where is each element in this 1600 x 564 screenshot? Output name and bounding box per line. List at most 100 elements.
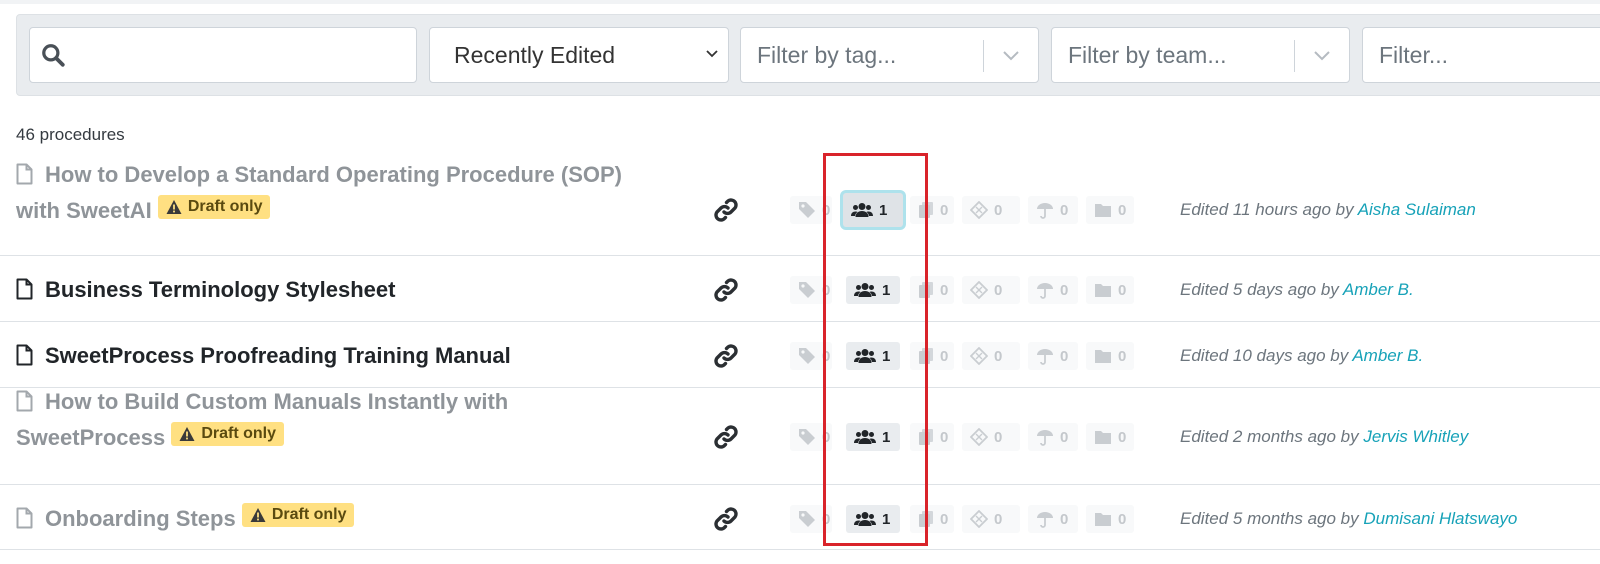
draft-badge: Draft only xyxy=(241,503,355,527)
edited-prefix: Edited 5 months ago by xyxy=(1180,509,1359,528)
policy-icon xyxy=(970,281,988,299)
top-divider xyxy=(0,0,1600,4)
umbrella-count: 0 xyxy=(1060,510,1069,528)
copies-count-chip[interactable]: 0 xyxy=(910,423,954,451)
link-icon[interactable] xyxy=(712,196,740,224)
folders-count-chip[interactable]: 0 xyxy=(1086,423,1134,451)
tag-icon xyxy=(799,511,815,527)
folders-count-chip[interactable]: 0 xyxy=(1086,276,1134,304)
copies-count-chip[interactable]: 0 xyxy=(910,276,954,304)
umbrella-count: 0 xyxy=(1060,281,1069,299)
umbrella-count-chip[interactable]: 0 xyxy=(1028,423,1078,451)
procedure-row[interactable]: SweetProcess Proofreading Training Manua… xyxy=(0,322,1600,388)
procedure-row[interactable]: Business Terminology Stylesheet 0 1 0 0 0 0 Edi… xyxy=(0,256,1600,322)
umbrella-count-chip[interactable]: 0 xyxy=(1028,342,1078,370)
tags-count: 0 xyxy=(822,510,831,528)
procedure-title-link[interactable]: How to Build Custom Manuals Instantly wi… xyxy=(16,384,508,456)
procedure-count: 46 procedures xyxy=(16,125,125,144)
copies-count: 0 xyxy=(940,510,949,528)
umbrella-icon xyxy=(1037,349,1053,365)
author-link[interactable]: Amber B. xyxy=(1343,280,1414,299)
policy-icon xyxy=(970,347,988,365)
tag-icon xyxy=(799,282,815,298)
procedure-row[interactable]: How to Develop a Standard Operating Proc… xyxy=(0,158,1600,256)
document-icon xyxy=(16,344,33,366)
umbrella-count-chip[interactable]: 0 xyxy=(1028,505,1078,533)
search-input[interactable] xyxy=(29,27,417,83)
umbrella-icon xyxy=(1037,512,1053,528)
policies-count: 0 xyxy=(994,510,1003,528)
link-icon[interactable] xyxy=(712,276,740,304)
policies-count-chip[interactable]: 0 xyxy=(962,423,1020,451)
procedure-title-line1: Business Terminology Stylesheet xyxy=(45,277,396,302)
tags-count-chip[interactable]: 0 xyxy=(790,276,832,304)
procedure-row[interactable]: Onboarding Steps Draft only 0 1 0 0 0 0 Edited … xyxy=(0,485,1600,550)
warning-icon xyxy=(166,200,182,214)
procedure-title-link[interactable]: Onboarding Steps Draft only xyxy=(16,501,355,537)
procedure-title-link[interactable]: SweetProcess Proofreading Training Manua… xyxy=(16,338,511,374)
author-link[interactable]: Dumisani Hlatswayo xyxy=(1363,509,1517,528)
policies-count: 0 xyxy=(994,347,1003,365)
author-link[interactable]: Jervis Whitley xyxy=(1363,427,1468,446)
copies-count-chip[interactable]: 0 xyxy=(910,342,954,370)
folder-icon xyxy=(1095,431,1111,444)
team-filter-separator xyxy=(1294,40,1295,72)
team-filter[interactable]: Filter by team... xyxy=(1051,27,1350,83)
teams-count-chip[interactable]: 1 xyxy=(846,423,900,451)
edited-info: Edited 5 days ago by Amber B. xyxy=(1180,280,1414,300)
teams-count: 1 xyxy=(879,201,888,219)
link-icon[interactable] xyxy=(712,505,740,533)
umbrella-count: 0 xyxy=(1060,201,1069,219)
other-filter[interactable]: Filter... xyxy=(1362,27,1600,83)
users-icon xyxy=(854,283,876,297)
tags-count-chip[interactable]: 0 xyxy=(790,196,832,224)
tag-icon xyxy=(799,429,815,445)
draft-badge: Draft only xyxy=(157,195,271,219)
tags-count: 0 xyxy=(822,347,831,365)
tags-count-chip[interactable]: 0 xyxy=(790,423,832,451)
document-icon xyxy=(16,163,33,185)
teams-count-chip[interactable]: 1 xyxy=(846,342,900,370)
policies-count-chip[interactable]: 0 xyxy=(962,342,1020,370)
author-link[interactable]: Aisha Sulaiman xyxy=(1358,200,1476,219)
warning-icon xyxy=(179,427,195,441)
chevron-down-icon[interactable] xyxy=(1002,48,1020,64)
procedure-title-line2: with SweetAI xyxy=(16,198,152,223)
copies-count-chip[interactable]: 0 xyxy=(910,505,954,533)
teams-count-chip[interactable]: 1 xyxy=(843,193,903,227)
link-icon[interactable] xyxy=(712,342,740,370)
link-icon[interactable] xyxy=(712,423,740,451)
policies-count-chip[interactable]: 0 xyxy=(962,505,1020,533)
folders-count-chip[interactable]: 0 xyxy=(1086,505,1134,533)
teams-count: 1 xyxy=(882,281,891,299)
chevron-down-icon[interactable] xyxy=(1313,48,1331,64)
procedure-row[interactable]: How to Build Custom Manuals Instantly wi… xyxy=(0,388,1600,485)
umbrella-count-chip[interactable]: 0 xyxy=(1028,276,1078,304)
tag-icon xyxy=(799,348,815,364)
edited-info: Edited 5 months ago by Dumisani Hlatsway… xyxy=(1180,509,1517,529)
procedure-title-link[interactable]: How to Develop a Standard Operating Proc… xyxy=(16,157,622,229)
umbrella-count-chip[interactable]: 0 xyxy=(1028,196,1078,224)
sort-value: Recently Edited xyxy=(454,41,616,68)
procedure-title-line2: SweetProcess xyxy=(16,425,166,450)
other-filter-placeholder: Filter... xyxy=(1379,41,1449,68)
policies-count-chip[interactable]: 0 xyxy=(962,196,1020,224)
author-link[interactable]: Amber B. xyxy=(1352,346,1423,365)
users-icon xyxy=(854,512,876,526)
teams-count: 1 xyxy=(882,428,891,446)
procedure-title-link[interactable]: Business Terminology Stylesheet xyxy=(16,272,395,308)
tags-count-chip[interactable]: 0 xyxy=(790,505,832,533)
sort-select[interactable]: Recently Edited xyxy=(429,27,729,83)
policies-count: 0 xyxy=(994,281,1003,299)
teams-count-chip[interactable]: 1 xyxy=(846,276,900,304)
tags-count-chip[interactable]: 0 xyxy=(790,342,832,370)
policies-count-chip[interactable]: 0 xyxy=(962,276,1020,304)
folder-icon xyxy=(1095,204,1111,217)
chevron-down-icon xyxy=(706,50,718,58)
folders-count-chip[interactable]: 0 xyxy=(1086,342,1134,370)
tag-filter[interactable]: Filter by tag... xyxy=(740,27,1039,83)
teams-count-chip[interactable]: 1 xyxy=(846,505,900,533)
copies-count-chip[interactable]: 0 xyxy=(910,196,954,224)
tags-count: 0 xyxy=(822,281,831,299)
folders-count-chip[interactable]: 0 xyxy=(1086,196,1134,224)
